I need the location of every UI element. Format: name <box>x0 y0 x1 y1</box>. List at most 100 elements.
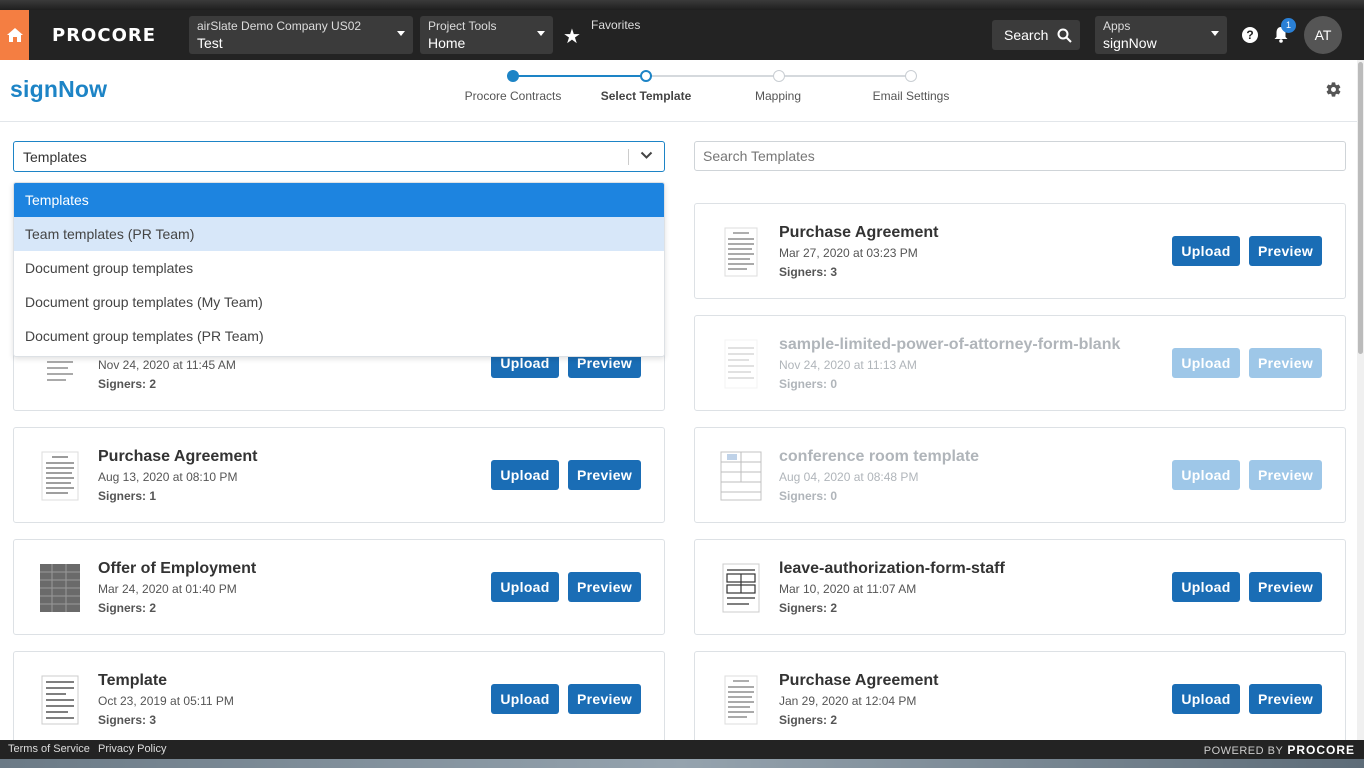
terms-link[interactable]: Terms of Service <box>8 743 90 755</box>
help-icon[interactable]: ? <box>1242 27 1258 43</box>
notification-badge: 1 <box>1281 18 1296 33</box>
project-tools-selector[interactable]: Project Tools Home <box>420 16 553 54</box>
template-title: Purchase Agreement <box>98 448 258 465</box>
dropdown-option-document-group-pr-team[interactable]: Document group templates (PR Team) <box>14 319 664 353</box>
procore-header: PROCORE airSlate Demo Company US02 Test … <box>0 10 1364 60</box>
search-label: Search <box>1004 27 1049 43</box>
search-templates-input[interactable] <box>694 141 1346 171</box>
step-dot-select-template <box>640 70 652 82</box>
template-title: conference room template <box>779 448 980 465</box>
template-date: Nov 24, 2020 at 11:45 AM <box>98 358 236 372</box>
template-card[interactable]: conference room template Aug 04, 2020 at… <box>694 427 1346 523</box>
powered-by: POWERED BY PROCORE <box>1204 743 1355 757</box>
window-top-bar <box>0 0 1364 10</box>
template-title: Offer of Employment <box>98 560 257 577</box>
preview-button[interactable]: Preview <box>568 684 641 714</box>
company-selector[interactable]: airSlate Demo Company US02 Test <box>189 16 413 54</box>
step-dot-procore-contracts <box>507 70 519 82</box>
upload-button[interactable]: Upload <box>1172 348 1240 378</box>
template-signers: Signers: 2 <box>779 601 838 615</box>
gear-icon[interactable] <box>1325 81 1342 98</box>
preview-button[interactable]: Preview <box>568 460 641 490</box>
upload-button[interactable]: Upload <box>1172 236 1240 266</box>
preview-button[interactable]: Preview <box>1249 460 1322 490</box>
upload-button[interactable]: Upload <box>1172 460 1240 490</box>
procore-logo[interactable]: PROCORE <box>52 25 156 46</box>
signnow-header: signNow Procore Contracts Select Templat… <box>0 60 1364 122</box>
step-dot-email-settings <box>905 70 917 82</box>
preview-button[interactable]: Preview <box>1249 684 1322 714</box>
document-thumbnail <box>719 450 763 502</box>
template-card[interactable]: sample-limited-power-of-attorney-form-bl… <box>694 315 1346 411</box>
template-title: Purchase Agreement <box>779 224 939 241</box>
template-type-dropdown: Templates Team templates (PR Team) Docum… <box>13 182 665 357</box>
apps-selector[interactable]: Apps signNow <box>1095 16 1227 54</box>
favorites-link[interactable]: Favorites <box>591 18 640 32</box>
caret-down-icon <box>1211 31 1219 36</box>
step-label-email-settings: Email Settings <box>872 89 950 103</box>
upload-button[interactable]: Upload <box>491 460 559 490</box>
template-signers: Signers: 3 <box>98 713 157 727</box>
privacy-link[interactable]: Privacy Policy <box>98 743 166 755</box>
dropdown-option-document-group-templates[interactable]: Document group templates <box>14 251 664 285</box>
preview-button[interactable]: Preview <box>568 572 641 602</box>
template-date: Jan 29, 2020 at 12:04 PM <box>779 694 917 708</box>
upload-button[interactable]: Upload <box>1172 572 1240 602</box>
apps-label: Apps <box>1103 19 1131 33</box>
preview-button[interactable]: Preview <box>1249 572 1322 602</box>
template-signers: Signers: 1 <box>98 489 157 503</box>
home-icon <box>6 28 23 42</box>
chevron-down-icon[interactable] <box>640 151 653 160</box>
home-button[interactable] <box>0 10 29 60</box>
template-date: Aug 04, 2020 at 08:48 PM <box>779 470 919 484</box>
stepper-line-done <box>513 75 646 77</box>
template-date: Mar 24, 2020 at 01:40 PM <box>98 582 237 596</box>
scrollbar-thumb[interactable] <box>1358 62 1363 354</box>
template-signers: Signers: 2 <box>98 377 157 391</box>
document-thumbnail <box>38 450 82 502</box>
apps-value: signNow <box>1103 35 1157 51</box>
template-type-value: Templates <box>23 149 87 165</box>
template-type-select[interactable]: Templates <box>13 141 665 172</box>
document-thumbnail <box>719 562 763 614</box>
template-date: Nov 24, 2020 at 11:13 AM <box>779 358 917 372</box>
template-date: Mar 27, 2020 at 03:23 PM <box>779 246 918 260</box>
template-title: leave-authorization-form-staff <box>779 560 1005 577</box>
star-icon[interactable]: ★ <box>563 24 581 49</box>
step-label-procore-contracts: Procore Contracts <box>464 89 562 103</box>
template-card[interactable]: Purchase Agreement Aug 13, 2020 at 08:10… <box>13 427 665 523</box>
template-card[interactable]: Template Oct 23, 2019 at 05:11 PM Signer… <box>13 651 665 747</box>
template-title: Template <box>98 672 168 689</box>
dropdown-option-templates[interactable]: Templates <box>14 183 664 217</box>
dropdown-option-team-templates-pr[interactable]: Team templates (PR Team) <box>14 217 664 251</box>
powered-by-brand: PROCORE <box>1287 743 1355 757</box>
template-title: sample-limited-power-of-attorney-form-bl… <box>779 336 1121 353</box>
template-date: Oct 23, 2019 at 05:11 PM <box>98 694 234 708</box>
user-avatar[interactable]: AT <box>1304 16 1342 54</box>
preview-button[interactable]: Preview <box>1249 236 1322 266</box>
preview-button[interactable]: Preview <box>1249 348 1322 378</box>
upload-button[interactable]: Upload <box>1172 684 1240 714</box>
template-card[interactable]: Purchase Agreement Mar 27, 2020 at 03:23… <box>694 203 1346 299</box>
step-label-mapping: Mapping <box>754 89 802 103</box>
dropdown-option-document-group-my-team[interactable]: Document group templates (My Team) <box>14 285 664 319</box>
search-icon <box>1057 28 1072 43</box>
document-thumbnail <box>719 226 763 278</box>
step-label-select-template: Select Template <box>600 89 692 103</box>
procore-footer: Terms of Service Privacy Policy POWERED … <box>0 740 1364 759</box>
template-card[interactable]: Offer of Employment Mar 24, 2020 at 01:4… <box>13 539 665 635</box>
template-card[interactable]: Purchase Agreement Jan 29, 2020 at 12:04… <box>694 651 1346 747</box>
search-button[interactable]: Search <box>992 20 1080 50</box>
upload-button[interactable]: Upload <box>491 684 559 714</box>
signnow-logo: signNow <box>10 76 108 102</box>
company-value: Test <box>197 35 223 51</box>
template-title: Purchase Agreement <box>779 672 939 689</box>
caret-down-icon <box>537 31 545 36</box>
document-thumbnail <box>38 674 82 726</box>
template-date: Aug 13, 2020 at 08:10 PM <box>98 470 238 484</box>
template-signers: Signers: 0 <box>779 377 838 391</box>
document-thumbnail <box>719 674 763 726</box>
upload-button[interactable]: Upload <box>491 572 559 602</box>
caret-down-icon <box>397 31 405 36</box>
template-card[interactable]: leave-authorization-form-staff Mar 10, 2… <box>694 539 1346 635</box>
